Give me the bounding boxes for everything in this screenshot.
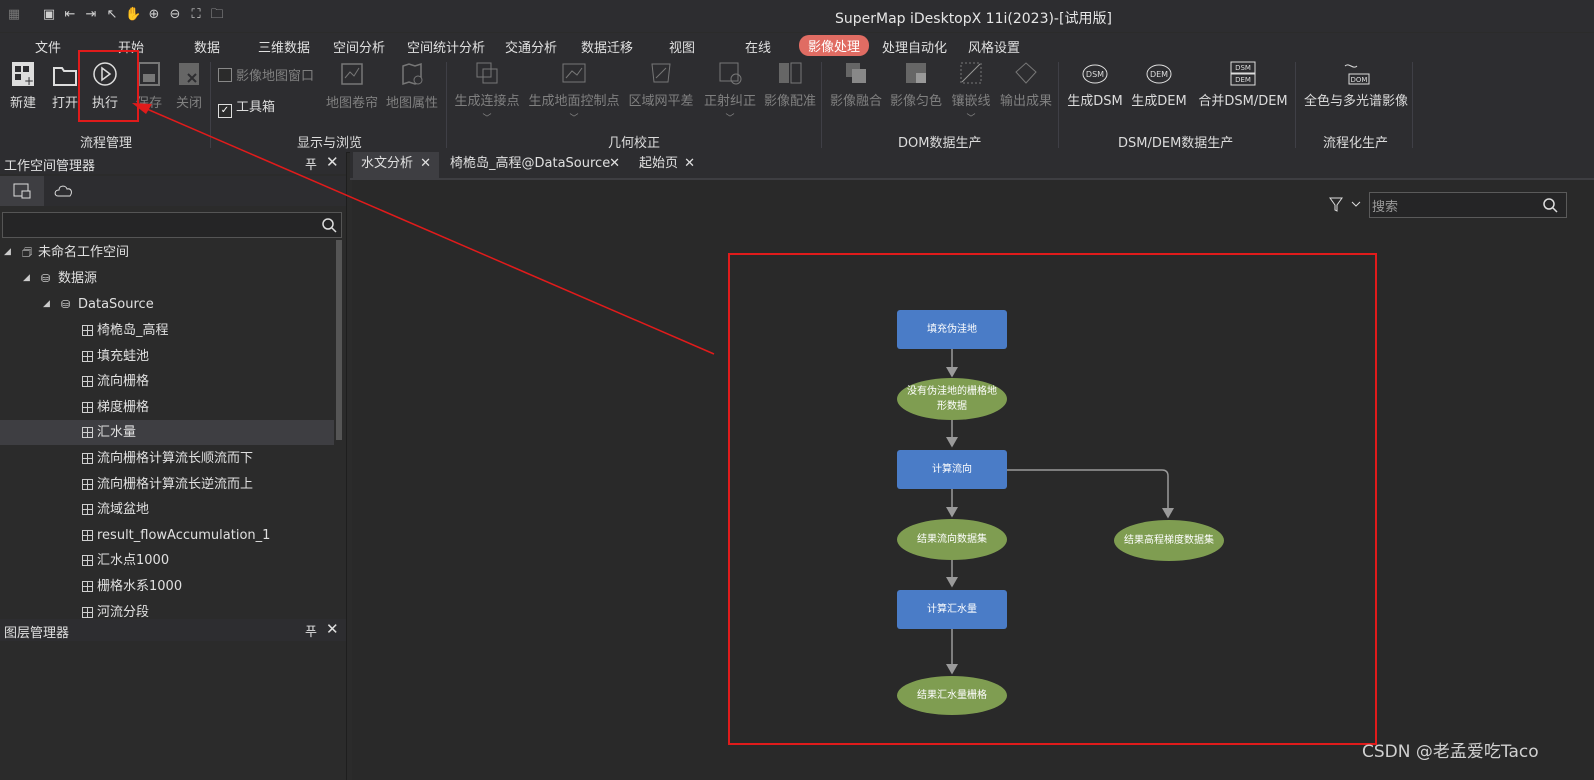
watermark: CSDN @老孟爱吃Taco xyxy=(1362,742,1539,762)
highlight-box-run-button xyxy=(78,50,139,122)
annotation-arrow xyxy=(139,105,715,355)
highlight-box-flow xyxy=(728,253,1377,745)
